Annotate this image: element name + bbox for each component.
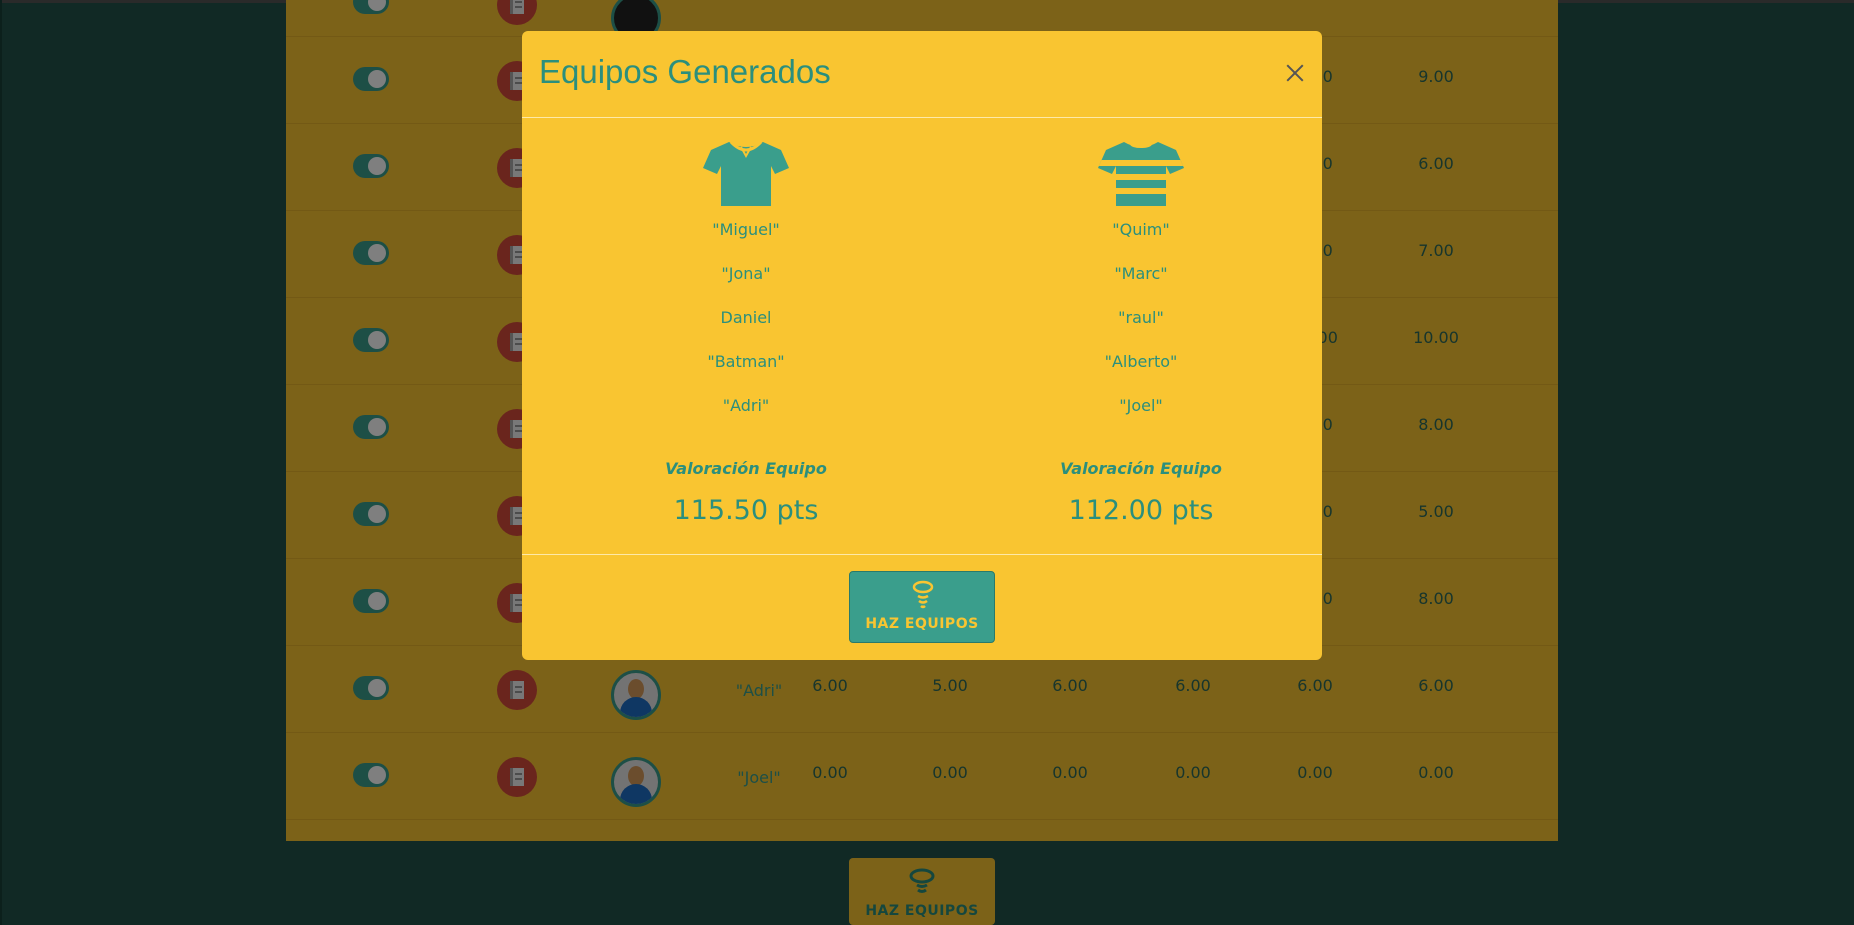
modal-header: Equipos Generados: [522, 31, 1322, 118]
teams-modal: Equipos Generados "Miguel" "Jona" Daniel…: [522, 31, 1322, 660]
team-1-player: "Adri": [722, 396, 770, 415]
team-2-player: "Joel": [1119, 396, 1163, 415]
team-1-player: "Jona": [721, 264, 771, 283]
team-2-rating-label: Valoración Equipo: [1060, 459, 1222, 478]
team-2-player: "raul": [1118, 308, 1164, 327]
team-1: "Miguel" "Jona" Daniel "Batman" "Adri" V…: [621, 138, 871, 526]
team-2-player: "Quim": [1112, 220, 1170, 239]
haz-equipos-button[interactable]: HAZ EQUIPOS: [849, 571, 995, 643]
haz-equipos-label: HAZ EQUIPOS: [865, 616, 979, 632]
striped-shirt-icon: [1098, 140, 1184, 206]
coin-toss-icon: [912, 580, 934, 609]
team-2: "Quim" "Marc" "raul" "Alberto" "Joel" Va…: [1016, 138, 1266, 526]
team-2-rating-value: 112.00 pts: [1068, 495, 1214, 526]
modal-footer: HAZ EQUIPOS: [522, 554, 1322, 660]
team-1-player: "Batman": [707, 352, 785, 371]
modal-title: Equipos Generados: [539, 53, 831, 90]
team-1-player: Daniel: [720, 308, 772, 327]
close-icon[interactable]: [1283, 61, 1307, 85]
team-1-rating-value: 115.50 pts: [673, 495, 819, 526]
team-2-player: "Alberto": [1104, 352, 1178, 371]
plain-shirt-icon: [703, 140, 789, 206]
team-1-player: "Miguel": [712, 220, 780, 239]
team-1-rating-label: Valoración Equipo: [665, 459, 827, 478]
team-2-player: "Marc": [1114, 264, 1168, 283]
